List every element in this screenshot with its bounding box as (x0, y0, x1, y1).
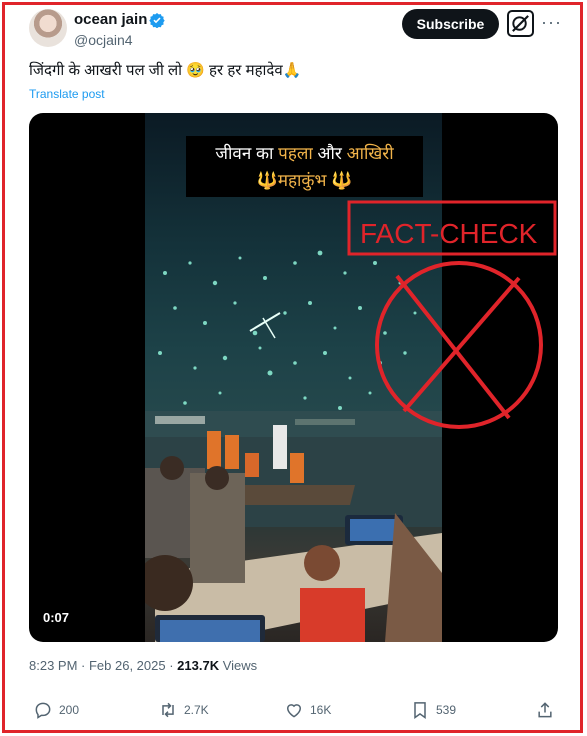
share-icon (538, 702, 552, 718)
share-button[interactable] (535, 700, 555, 720)
heart-icon (286, 704, 302, 718)
repost-button[interactable]: 2.7K (158, 700, 209, 720)
bookmark-count: 539 (436, 703, 457, 717)
video-player[interactable]: जीवन का पहला और आखिरी 🔱महाकुंभ 🔱 FACT-CH… (29, 113, 558, 642)
subscribe-button[interactable]: Subscribe (402, 9, 499, 39)
post-time[interactable]: 8:23 PM (29, 658, 77, 673)
post-meta: 8:23 PM · Feb 26, 2025 · 213.7K Views (29, 658, 257, 673)
verified-badge-icon (149, 13, 165, 28)
fact-check-label: FACT-CHECK (360, 218, 538, 249)
meta-separator: · (77, 658, 89, 673)
reply-icon (35, 702, 51, 719)
bookmark-button[interactable]: 539 (410, 700, 456, 720)
bookmark-icon (414, 702, 426, 719)
reply-button[interactable]: 200 (33, 700, 79, 720)
post-date[interactable]: Feb 26, 2025 (89, 658, 166, 673)
author-name[interactable]: ocean jain (74, 11, 147, 28)
avatar[interactable] (29, 9, 67, 47)
post-text: जिंदगी के आखरी पल जी लो 🥹 हर हर महादेव🙏 (29, 62, 302, 79)
repost-count: 2.7K (184, 703, 209, 717)
views-label: Views (219, 658, 258, 673)
reply-count: 200 (59, 703, 80, 717)
like-button[interactable]: 16K (284, 700, 331, 720)
like-count: 16K (310, 703, 332, 717)
translate-post-link[interactable]: Translate post (29, 87, 105, 101)
author-handle[interactable]: @ocjain4 (74, 32, 133, 48)
fact-check-overlay: FACT-CHECK (347, 200, 557, 429)
meta-separator: · (165, 658, 178, 673)
video-duration: 0:07 (43, 610, 70, 625)
action-bar: 200 2.7K 16K 539 (0, 700, 587, 726)
more-options-icon[interactable]: ··· (541, 12, 562, 33)
repost-icon (162, 702, 174, 718)
grok-icon[interactable] (507, 10, 534, 37)
views-count: 213.7K (177, 658, 220, 673)
